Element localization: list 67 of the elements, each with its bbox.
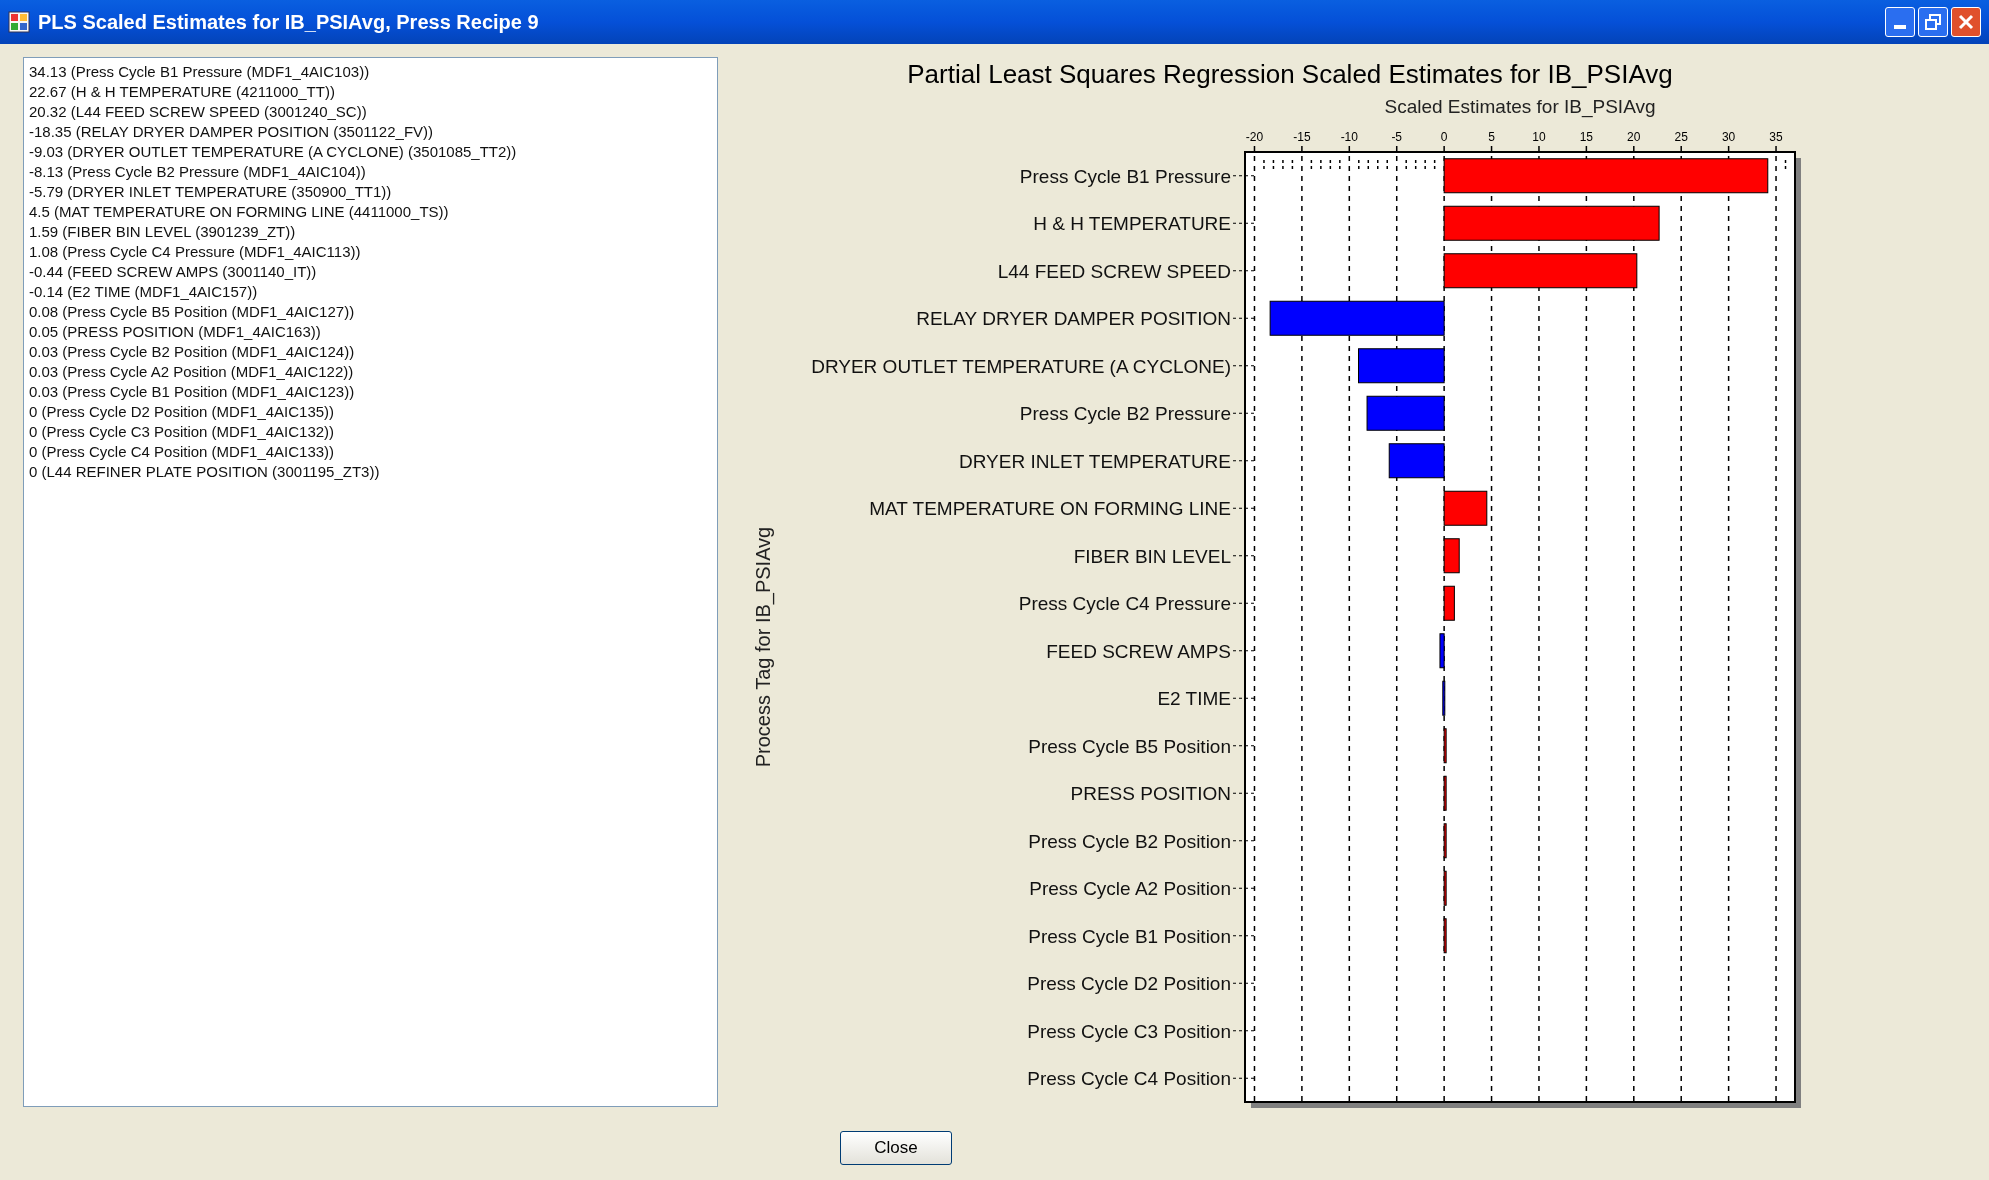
- y-axis-title: Process Tag for IB_PSIAvg: [752, 526, 774, 768]
- app-icon: [8, 11, 30, 33]
- list-item[interactable]: 1.08 (Press Cycle C4 Pressure (MDF1_4AIC113)): [29, 242, 712, 262]
- tick-label: -5: [1391, 130, 1403, 144]
- list-item[interactable]: -18.35 (RELAY DRYER DAMPER POSITION (3501122_FV)): [29, 122, 712, 142]
- list-item[interactable]: 22.67 (H & H TEMPERATURE (4211000_TT)): [29, 82, 712, 102]
- list-item[interactable]: 0 (Press Cycle C4 Position (MDF1_4AIC133)): [29, 442, 712, 462]
- list-item[interactable]: 0 (L44 REFINER PLATE POSITION (3001195_ZT3)): [29, 462, 712, 482]
- tick-label: 25: [1674, 130, 1688, 144]
- list-item[interactable]: -0.44 (FEED SCREW AMPS (3001140_IT)): [29, 262, 712, 282]
- category-label: Press Cycle C4 Position: [1027, 1068, 1231, 1090]
- category-label: DRYER OUTLET TEMPERATURE (A CYCLONE): [811, 355, 1231, 377]
- list-item[interactable]: 0.05 (PRESS POSITION (MDF1_4AIC163)): [29, 322, 712, 342]
- category-label: Press Cycle B1 Position: [1028, 925, 1231, 947]
- category-label: H & H TEMPERATURE: [1033, 213, 1231, 235]
- tick-label: 15: [1579, 130, 1594, 144]
- close-icon: [1958, 14, 1974, 30]
- list-item[interactable]: 0.03 (Press Cycle B2 Position (MDF1_4AIC124)): [29, 342, 712, 362]
- category-label: Press Cycle B5 Position: [1028, 735, 1231, 757]
- restore-icon: [1925, 14, 1941, 30]
- chart-title: Partial Least Squares Regression Scaled Estimates for IB_PSIAvg: [907, 59, 1673, 89]
- list-item[interactable]: 0 (Press Cycle D2 Position (MDF1_4AIC135)): [29, 402, 712, 422]
- category-label: RELAY DRYER DAMPER POSITION: [916, 308, 1231, 330]
- tick-label: 30: [1721, 130, 1736, 144]
- list-item[interactable]: -8.13 (Press Cycle B2 Pressure (MDF1_4AIC104)): [29, 162, 712, 182]
- list-item[interactable]: -9.03 (DRYER OUTLET TEMPERATURE (A CYCLONE) (3501085_TT2)): [29, 142, 712, 162]
- list-item[interactable]: 1.59 (FIBER BIN LEVEL (3901239_ZT)): [29, 222, 712, 242]
- category-label: MAT TEMPERATURE ON FORMING LINE: [869, 498, 1231, 520]
- tick-label: 0: [1440, 130, 1448, 144]
- bar: [1443, 775, 1447, 811]
- category-label: Press Cycle C3 Position: [1027, 1020, 1231, 1042]
- list-item[interactable]: -0.14 (E2 TIME (MDF1_4AIC157)): [29, 282, 712, 302]
- category-label: L44 FEED SCREW SPEED: [997, 260, 1231, 282]
- list-item[interactable]: -5.79 (DRYER INLET TEMPERATURE (350900_TT1)): [29, 182, 712, 202]
- list-item[interactable]: 0 (Press Cycle C3 Position (MDF1_4AIC132)): [29, 422, 712, 442]
- close-window-button[interactable]: [1951, 7, 1981, 37]
- category-label: Press Cycle D2 Position: [1027, 973, 1231, 995]
- category-label: PRESS POSITION: [1070, 783, 1231, 805]
- minimize-button[interactable]: [1885, 7, 1915, 37]
- tick-label: 35: [1769, 130, 1783, 144]
- list-item[interactable]: 34.13 (Press Cycle B1 Pressure (MDF1_4AIC103)): [29, 62, 712, 82]
- window-title: PLS Scaled Estimates for IB_PSIAvg, Press Recipe 9: [38, 10, 539, 35]
- list-item[interactable]: 0.03 (Press Cycle B1 Position (MDF1_4AIC123)): [29, 382, 712, 402]
- list-item[interactable]: 4.5 (MAT TEMPERATURE ON FORMING LINE (4411000_TS)): [29, 202, 712, 222]
- tick-label: -15: [1293, 130, 1311, 144]
- minimize-icon: [1894, 25, 1906, 29]
- tick-label: 5: [1488, 130, 1495, 144]
- restore-button[interactable]: [1918, 7, 1948, 37]
- category-label: E2 TIME: [1157, 688, 1231, 710]
- category-label: Press Cycle A2 Position: [1029, 878, 1231, 900]
- category-label: FIBER BIN LEVEL: [1073, 545, 1231, 567]
- tick-label: -20: [1245, 130, 1264, 144]
- x-axis-title: Scaled Estimates for IB_PSIAvg: [1384, 96, 1656, 117]
- tick-label: 10: [1532, 130, 1546, 144]
- category-label: DRYER INLET TEMPERATURE: [958, 450, 1231, 472]
- tick-label: -10: [1340, 130, 1358, 144]
- tick-label: 20: [1627, 130, 1641, 144]
- list-item[interactable]: 0.08 (Press Cycle B5 Position (MDF1_4AIC127)): [29, 302, 712, 322]
- list-item[interactable]: 0.03 (Press Cycle A2 Position (MDF1_4AIC122)): [29, 362, 712, 382]
- bar: [1443, 585, 1455, 621]
- category-label: Press Cycle C4 Pressure: [1018, 593, 1231, 615]
- list-item[interactable]: 20.32 (L44 FEED SCREW SPEED (3001240_SC)): [29, 102, 712, 122]
- category-label: Press Cycle B2 Pressure: [1019, 403, 1231, 425]
- close-button[interactable]: Close: [840, 1131, 952, 1165]
- category-label: FEED SCREW AMPS: [1046, 640, 1231, 662]
- category-label: Press Cycle B1 Pressure: [1019, 165, 1231, 187]
- category-label: Press Cycle B2 Position: [1028, 830, 1231, 852]
